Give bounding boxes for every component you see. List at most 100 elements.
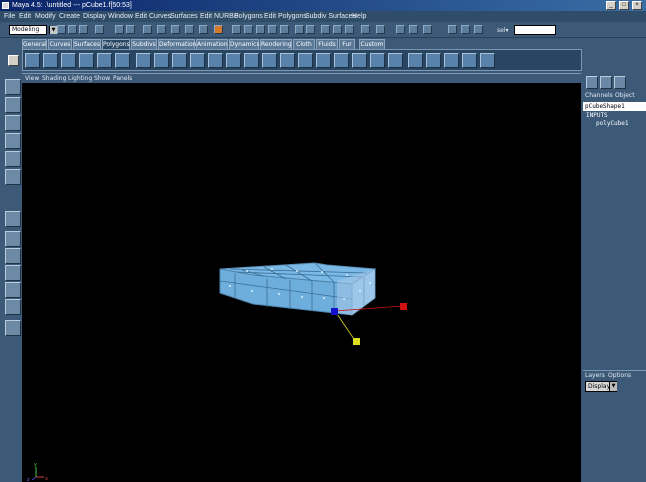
menu-edit-polygons[interactable]: Edit Polygons xyxy=(264,11,307,22)
poly-cone-icon[interactable] xyxy=(79,53,94,68)
reduce-icon[interactable] xyxy=(226,53,241,68)
combine-icon[interactable] xyxy=(136,53,151,68)
menu-help[interactable]: Help xyxy=(352,11,366,22)
channel-box-toggle-icon[interactable] xyxy=(474,25,483,34)
delete-edge-icon[interactable] xyxy=(370,53,385,68)
checker-icon[interactable] xyxy=(480,53,495,68)
poly-cylinder-icon[interactable] xyxy=(61,53,76,68)
layout-menu-icon[interactable] xyxy=(5,320,21,336)
title-bar[interactable]: Maya 4.5: .\untitled --- pCube1.f[50:53]… xyxy=(0,0,646,11)
select-curves-icon[interactable] xyxy=(171,25,180,34)
history-icon[interactable] xyxy=(295,25,304,34)
tab-animation[interactable]: Animation xyxy=(196,39,228,49)
make-live-icon[interactable] xyxy=(280,25,289,34)
layers-menu[interactable]: Layers xyxy=(585,371,605,381)
perspective-viewport[interactable]: x y z xyxy=(22,83,581,482)
new-scene-icon[interactable] xyxy=(57,25,66,34)
script-editor-icon[interactable] xyxy=(409,25,418,34)
planar-mapping-icon[interactable] xyxy=(388,53,403,68)
snap-point-icon[interactable] xyxy=(256,25,265,34)
tab-general[interactable]: General xyxy=(22,39,47,49)
tab-dynamics[interactable]: Dynamics xyxy=(229,39,260,49)
tab-polygons[interactable]: Polygons xyxy=(102,39,130,49)
poly-plane-icon[interactable] xyxy=(97,53,112,68)
chevron-down-icon[interactable]: ▼ xyxy=(49,26,57,34)
select-joints-icon[interactable] xyxy=(157,25,166,34)
persp-outliner-layout-icon[interactable] xyxy=(5,248,21,264)
bevel-icon[interactable] xyxy=(316,53,331,68)
merge-vertices-icon[interactable] xyxy=(334,53,349,68)
tab-fluids[interactable]: Fluids xyxy=(316,39,338,49)
tab-cloth[interactable]: Cloth xyxy=(293,39,315,49)
menu-display[interactable]: Display xyxy=(83,11,106,22)
extrude-face-icon[interactable] xyxy=(244,53,259,68)
channel-box-input-node[interactable]: polyCube1 xyxy=(596,120,629,127)
layer-list[interactable] xyxy=(583,394,646,482)
move-tool-icon[interactable] xyxy=(5,115,21,131)
select-object-icon[interactable] xyxy=(115,25,124,34)
menu-file[interactable]: File xyxy=(4,11,15,22)
render-icon[interactable] xyxy=(321,25,330,34)
open-scene-icon[interactable] xyxy=(68,25,77,34)
channel-box-icon[interactable] xyxy=(586,76,598,89)
panel-menu-show[interactable]: Show xyxy=(94,74,110,83)
maya-app-icon[interactable] xyxy=(2,2,9,9)
rotate-tool-icon[interactable] xyxy=(5,133,21,149)
minimize-button[interactable]: _ xyxy=(606,1,616,10)
panel-menu-shading[interactable]: Shading xyxy=(42,74,66,83)
menu-polygons[interactable]: Polygons xyxy=(234,11,263,22)
menu-set-select[interactable]: Modeling ▼ xyxy=(9,25,57,35)
close-button[interactable]: × xyxy=(632,1,642,10)
tab-subdivs[interactable]: Subdivs xyxy=(131,39,157,49)
snap-view-plane-icon[interactable] xyxy=(268,25,277,34)
panel-menu-view[interactable]: View xyxy=(25,74,39,83)
attribute-editor-icon[interactable] xyxy=(448,25,457,34)
lasso-tool-icon[interactable] xyxy=(5,97,21,113)
layer-editor-icon[interactable] xyxy=(600,76,612,89)
viewport-canvas[interactable]: x y z xyxy=(22,83,581,482)
select-handles-icon[interactable] xyxy=(143,25,152,34)
manipulator-tool-icon[interactable] xyxy=(5,169,21,185)
save-scene-icon[interactable] xyxy=(79,25,88,34)
menu-edit-curves[interactable]: Edit Curves xyxy=(135,11,171,22)
difference-icon[interactable] xyxy=(190,53,205,68)
select-hierarchy-icon[interactable] xyxy=(95,25,104,34)
menu-window[interactable]: Window xyxy=(108,11,133,22)
four-view-layout-icon[interactable] xyxy=(5,231,21,247)
tab-deformation[interactable]: Deformation xyxy=(158,39,196,49)
collapse-icon[interactable] xyxy=(352,53,367,68)
spherical-mapping-icon[interactable] xyxy=(426,53,441,68)
tab-rendering[interactable]: Rendering xyxy=(260,39,292,49)
attribute-view-icon[interactable] xyxy=(614,76,626,89)
smooth-icon[interactable] xyxy=(208,53,223,68)
tab-curves[interactable]: Curves xyxy=(48,39,72,49)
menu-edit[interactable]: Edit xyxy=(19,11,31,22)
select-misc-icon[interactable] xyxy=(214,25,223,34)
menu-modify[interactable]: Modify xyxy=(35,11,56,22)
hypershade-layout-icon[interactable] xyxy=(5,282,21,298)
panel-menu-panels[interactable]: Panels xyxy=(113,74,132,83)
axis-z-handle[interactable] xyxy=(331,308,338,315)
tool-settings-icon[interactable] xyxy=(461,25,470,34)
tab-fur[interactable]: Fur xyxy=(339,39,355,49)
poly-torus-icon[interactable] xyxy=(115,53,130,68)
select-surfaces-icon[interactable] xyxy=(185,25,194,34)
menu-create[interactable]: Create xyxy=(59,11,80,22)
automatic-mapping-icon[interactable] xyxy=(444,53,459,68)
tab-custom[interactable]: Custom xyxy=(359,39,385,49)
union-icon[interactable] xyxy=(172,53,187,68)
channel-box-channels-menu[interactable]: Channels xyxy=(585,91,613,101)
cylindrical-mapping-icon[interactable] xyxy=(408,53,423,68)
menu-surfaces[interactable]: Surfaces xyxy=(170,11,198,22)
channel-box-object-menu[interactable]: Object xyxy=(615,91,635,101)
maximize-button[interactable]: □ xyxy=(619,1,629,10)
hypershade-icon[interactable] xyxy=(361,25,370,34)
layer-options-menu[interactable]: Options xyxy=(608,371,631,381)
channel-box-node-name[interactable]: pCubeShape1 xyxy=(583,102,646,111)
shelf-menu-button[interactable] xyxy=(8,55,19,66)
poly-sphere-icon[interactable] xyxy=(25,53,40,68)
poly-cube-icon[interactable] xyxy=(43,53,58,68)
render-globals-icon[interactable] xyxy=(345,25,354,34)
chevron-down-icon[interactable]: ▼ xyxy=(609,382,617,391)
quick-selection-field[interactable] xyxy=(514,25,556,35)
